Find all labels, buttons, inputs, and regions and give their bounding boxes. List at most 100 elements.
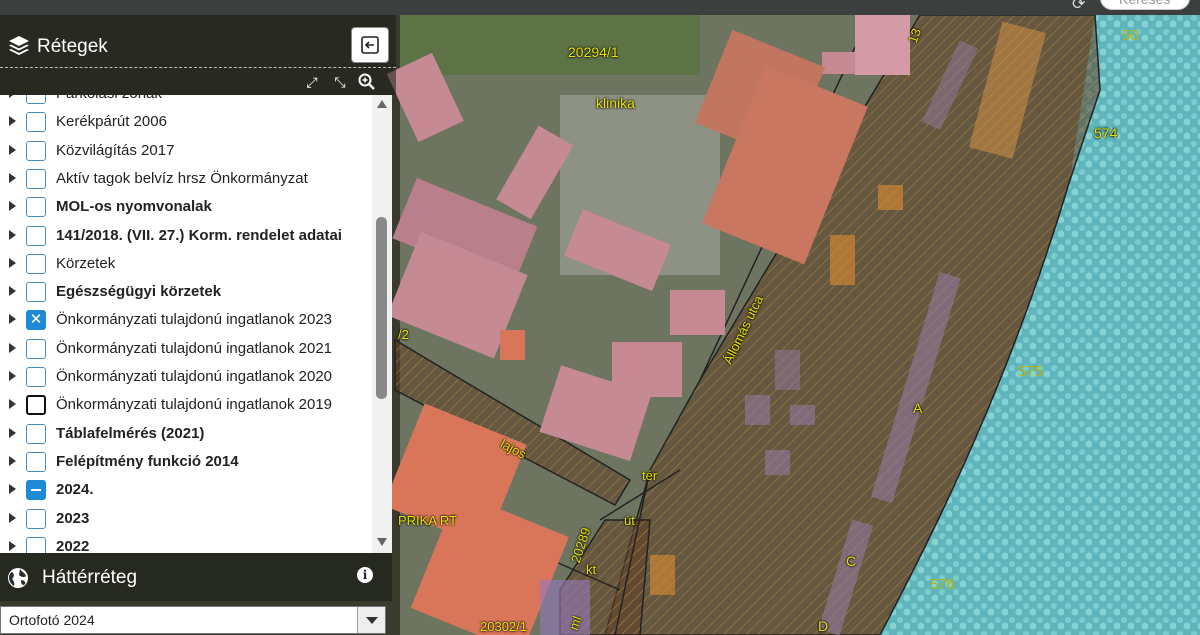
collapse-panel-button[interactable]	[351, 27, 389, 63]
expand-arrow-icon[interactable]	[9, 257, 16, 268]
layer-label: Önkormányzati tulajdonú ingatlanok 2023	[56, 311, 333, 329]
layer-row[interactable]: Önkormányzati tulajdonú ingatlanok 2021	[0, 336, 372, 364]
arrow-left-box-icon	[361, 36, 379, 54]
expand-arrow-icon[interactable]	[9, 229, 16, 240]
parcel-number-label: 574	[1094, 125, 1118, 141]
layer-row[interactable]: ✕ Önkormányzati tulajdonú ingatlanok 2023	[0, 307, 372, 335]
small-structure	[775, 350, 800, 390]
layers-icon	[9, 36, 29, 55]
layer-checkbox[interactable]	[26, 112, 46, 133]
parcel-label: út	[624, 513, 635, 528]
parcel-label: /2	[398, 327, 409, 342]
layer-label: 2023	[56, 509, 90, 527]
layer-label: Kerékpárút 2006	[56, 113, 167, 131]
layer-row[interactable]: 141/2018. (VII. 27.) Korm. rendelet adat…	[0, 223, 372, 251]
layer-row[interactable]: Felépítmény funkció 2014	[0, 449, 372, 477]
scroll-up-icon[interactable]	[377, 100, 387, 108]
layer-label: Önkormányzati tulajdonú ingatlanok 2020	[56, 368, 333, 385]
layer-row[interactable]: Parkolási zónák	[0, 95, 372, 109]
layer-row[interactable]: Táblafelmérés (2021)	[0, 421, 372, 449]
search-input[interactable]: Keresés	[1100, 0, 1190, 10]
building-label: A	[913, 400, 923, 416]
building-label: D	[818, 618, 829, 634]
layer-checkbox[interactable]	[26, 338, 46, 359]
layer-panel-title: Rétegek	[37, 36, 108, 57]
layer-row[interactable]: Önkormányzati tulajdonú ingatlanok 2020	[0, 364, 372, 392]
parcel-number-label: 20302/1	[480, 619, 527, 634]
layer-row[interactable]: 2023	[0, 506, 372, 534]
expand-all-icon[interactable]: ⤢	[302, 72, 322, 92]
layer-checkbox[interactable]	[26, 282, 46, 303]
expand-arrow-icon[interactable]	[9, 427, 16, 438]
layer-label: 141/2018. (VII. 27.) Korm. rendelet adat…	[56, 226, 342, 244]
expand-arrow-icon[interactable]	[9, 286, 16, 297]
layer-list[interactable]: Parkolási zónák Kerékpárút 2006 Közvilágít…	[0, 95, 392, 553]
layer-label: Önkormányzati tulajdonú ingatlanok 2019	[56, 396, 333, 414]
layer-row[interactable]: Körzetek	[0, 251, 372, 279]
layer-label: Egészségügyi körzetek	[56, 283, 222, 301]
building	[670, 290, 725, 335]
layer-checkbox[interactable]	[26, 367, 46, 387]
layer-checkbox[interactable]	[26, 225, 46, 246]
layer-row[interactable]: Aktív tagok belvíz hrsz Önkormányzat	[0, 166, 372, 194]
layer-row[interactable]: Közvilágítás 2017	[0, 138, 372, 166]
parcel-marker	[878, 185, 903, 210]
expand-arrow-icon[interactable]	[9, 144, 16, 155]
layer-checkbox[interactable]	[26, 253, 46, 274]
layer-label: MOL-os nyomvonalak	[56, 198, 212, 216]
expand-arrow-icon[interactable]	[9, 314, 16, 325]
layer-checkbox[interactable]	[26, 140, 46, 161]
layer-label: 2022	[56, 537, 90, 553]
layer-checkbox[interactable]	[26, 480, 46, 501]
layer-checkbox[interactable]	[26, 168, 46, 189]
small-structure	[790, 405, 815, 425]
scroll-down-icon[interactable]	[377, 538, 387, 546]
small-structure	[765, 450, 790, 475]
expand-arrow-icon[interactable]	[9, 95, 16, 98]
layer-label: Táblafelmérés (2021)	[56, 424, 205, 442]
layer-label: Parkolási zónák	[56, 95, 162, 102]
expand-arrow-icon[interactable]	[9, 371, 16, 381]
layer-checkbox[interactable]	[26, 508, 46, 529]
layer-checkbox[interactable]	[26, 95, 46, 104]
scroll-thumb[interactable]	[376, 217, 387, 399]
expand-arrow-icon[interactable]	[9, 455, 16, 466]
layer-row[interactable]: Önkormányzati tulajdonú ingatlanok 2019	[0, 392, 372, 420]
refresh-icon[interactable]: ⟳	[1072, 0, 1088, 13]
parcel-number-label: 50	[1122, 27, 1139, 44]
layer-row[interactable]: Kerékpárút 2006	[0, 109, 372, 137]
expand-arrow-icon[interactable]	[9, 172, 16, 183]
layer-row[interactable]: 2022	[0, 534, 372, 553]
layer-list-scrollbar[interactable]	[372, 95, 392, 553]
layer-checkbox[interactable]	[26, 536, 46, 553]
vegetation	[400, 15, 700, 75]
expand-arrow-icon[interactable]	[9, 399, 16, 410]
layer-checkbox[interactable]	[26, 451, 46, 472]
expand-arrow-icon[interactable]	[9, 484, 16, 495]
layer-row[interactable]: Egészségügyi körzetek	[0, 279, 372, 307]
globe-icon	[8, 568, 28, 588]
expand-arrow-icon[interactable]	[9, 342, 16, 353]
expand-arrow-icon[interactable]	[9, 201, 16, 212]
layer-checkbox[interactable]	[26, 197, 46, 218]
layer-checkbox[interactable]	[26, 423, 46, 444]
expand-arrow-icon[interactable]	[9, 116, 16, 127]
zoom-to-layer-icon[interactable]	[357, 72, 377, 92]
layer-label: Közvilágítás 2017	[56, 141, 175, 159]
background-layer-selected: Ortofotó 2024	[9, 612, 95, 628]
layer-checkbox[interactable]	[26, 395, 46, 416]
collapse-all-icon[interactable]: ⤡	[330, 72, 350, 92]
info-icon[interactable]: i	[357, 567, 373, 583]
chevron-down-icon[interactable]	[357, 607, 385, 633]
company-label: PRIKA RT	[398, 513, 458, 528]
parcel-label: kt	[586, 562, 597, 577]
layer-label: Aktív tagok belvíz hrsz Önkormányzat	[56, 169, 308, 187]
layer-row[interactable]: MOL-os nyomvonalak	[0, 194, 372, 222]
layer-checkbox[interactable]: ✕	[26, 310, 46, 331]
background-layer-title: Háttérréteg	[42, 567, 138, 588]
background-layer-select[interactable]: Ortofotó 2024	[0, 606, 386, 634]
building	[855, 15, 910, 75]
expand-arrow-icon[interactable]	[9, 512, 16, 523]
expand-arrow-icon[interactable]	[9, 540, 16, 551]
layer-row[interactable]: 2024.	[0, 477, 372, 505]
